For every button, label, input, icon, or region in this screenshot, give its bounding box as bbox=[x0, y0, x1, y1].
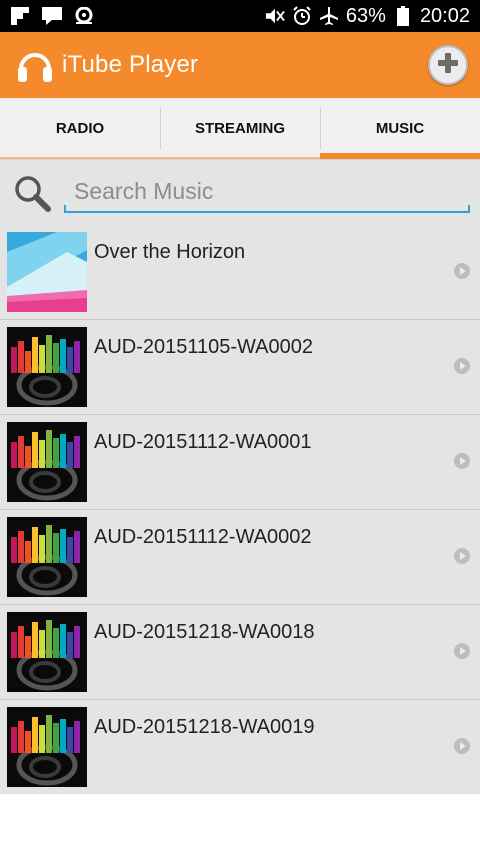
tab-bar: RADIO STREAMING MUSIC bbox=[0, 98, 480, 160]
alarm-icon bbox=[292, 6, 312, 26]
list-item[interactable]: AUD-20151105-WA0002 bbox=[0, 320, 480, 415]
track-title: AUD-20151112-WA0002 bbox=[94, 526, 312, 548]
headphones-icon bbox=[14, 44, 56, 86]
play-icon[interactable] bbox=[453, 357, 471, 375]
plus-icon bbox=[436, 51, 460, 80]
equalizer-art bbox=[7, 422, 87, 502]
list-item[interactable]: AUD-20151218-WA0019 bbox=[0, 700, 480, 795]
list-item[interactable]: Over the Horizon bbox=[0, 225, 480, 320]
tab-streaming[interactable]: STREAMING bbox=[160, 98, 320, 159]
equalizer-art bbox=[7, 707, 87, 787]
status-right-icons: 63% 20:02 bbox=[265, 5, 470, 28]
search-underline-edge bbox=[64, 205, 66, 213]
tab-label: STREAMING bbox=[195, 120, 285, 137]
tab-radio[interactable]: RADIO bbox=[0, 98, 160, 159]
airplane-icon bbox=[319, 6, 339, 26]
search-input[interactable] bbox=[64, 172, 468, 213]
search-icon[interactable] bbox=[10, 171, 54, 215]
tab-label: MUSIC bbox=[375, 120, 425, 137]
equalizer-art bbox=[7, 612, 87, 692]
track-title: AUD-20151112-WA0001 bbox=[94, 431, 312, 453]
play-icon[interactable] bbox=[453, 547, 471, 565]
app-bar: iTube Player bbox=[0, 32, 480, 98]
track-title: AUD-20151105-WA0002 bbox=[94, 336, 314, 358]
status-bar: 63% 20:02 bbox=[0, 0, 480, 32]
list-item[interactable]: AUD-20151112-WA0002 bbox=[0, 510, 480, 605]
tab-music[interactable]: MUSIC bbox=[320, 98, 480, 159]
equalizer-art bbox=[7, 327, 87, 407]
play-icon[interactable] bbox=[453, 452, 471, 470]
app-title: iTube Player bbox=[62, 51, 199, 78]
play-icon[interactable] bbox=[453, 737, 471, 755]
track-title: AUD-20151218-WA0019 bbox=[94, 716, 315, 738]
equalizer-art bbox=[7, 517, 87, 597]
search-bar bbox=[0, 160, 480, 225]
play-icon[interactable] bbox=[453, 642, 471, 660]
track-title: AUD-20151218-WA0018 bbox=[94, 621, 315, 643]
status-left-icons bbox=[10, 6, 94, 26]
message-icon bbox=[42, 6, 62, 26]
flipboard-icon bbox=[10, 6, 30, 26]
battery-icon bbox=[393, 6, 413, 26]
battery-percent: 63% bbox=[345, 4, 386, 27]
location-icon bbox=[74, 6, 94, 26]
track-title: Over the Horizon bbox=[94, 241, 246, 263]
horizon-album-art bbox=[7, 232, 87, 312]
search-underline-edge bbox=[468, 205, 470, 213]
tab-label: RADIO bbox=[55, 120, 105, 137]
clock: 20:02 bbox=[419, 4, 470, 27]
mute-icon bbox=[265, 6, 285, 26]
empty-area bbox=[0, 794, 480, 854]
add-button[interactable] bbox=[428, 45, 468, 85]
track-list: Over the Horizon AUD-20151105-WA0002 AUD… bbox=[0, 225, 480, 795]
list-item[interactable]: AUD-20151218-WA0018 bbox=[0, 605, 480, 700]
list-item[interactable]: AUD-20151112-WA0001 bbox=[0, 415, 480, 510]
play-icon[interactable] bbox=[453, 262, 471, 280]
